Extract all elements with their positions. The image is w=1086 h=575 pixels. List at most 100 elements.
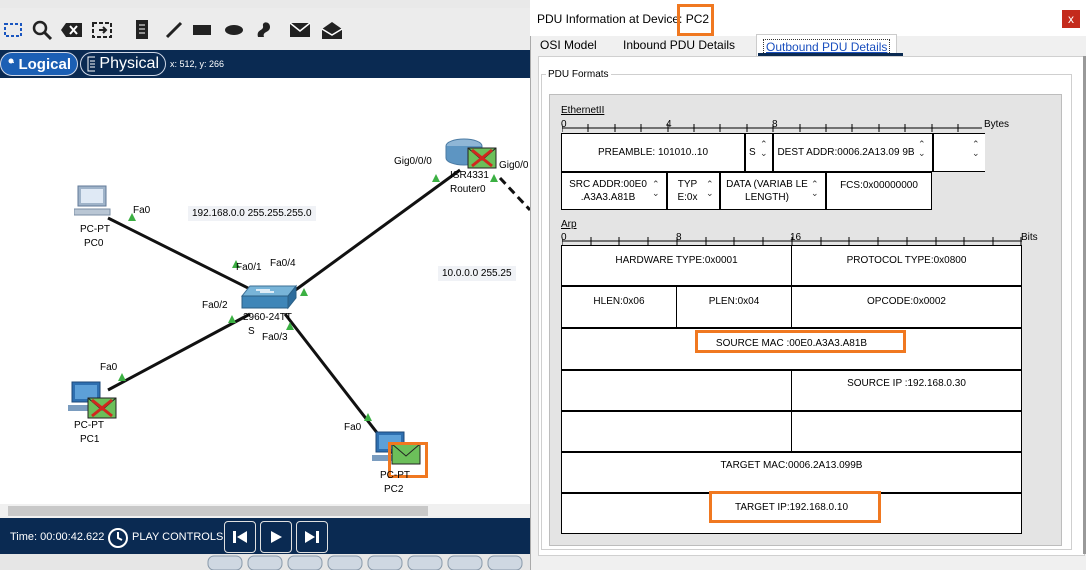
capture-forward-button[interactable] <box>296 521 328 553</box>
top-menu-strip <box>0 0 530 8</box>
link-router-out <box>498 176 530 212</box>
dest-addr-field[interactable]: DEST ADDR:0006.2A13.09 9B <box>773 133 933 172</box>
physical-mode-label: Physical <box>99 55 159 72</box>
arp-section-title: Arp <box>561 219 577 230</box>
port-label: Fa0/1 <box>236 262 262 273</box>
add-complex-pdu-icon[interactable] <box>320 18 344 42</box>
target-mac-field: TARGET MAC:0006.2A13.099B <box>561 452 1022 493</box>
sfd-field[interactable]: S <box>745 133 773 172</box>
router-name: Router0 <box>450 184 486 195</box>
port-label: Gig0/0 <box>499 160 529 171</box>
target-mac-upper-field <box>791 411 1022 452</box>
tab-inbound-pdu-details[interactable]: Inbound PDU Details <box>623 38 735 52</box>
simulation-time: Time: 00:00:42.622 <box>10 531 105 543</box>
play-icon <box>271 531 282 543</box>
logical-mode-label: Logical <box>18 55 71 73</box>
byte-ruler <box>562 124 982 132</box>
pdu-formats-label: PDU Formats <box>546 69 611 80</box>
type-spin-icon[interactable]: ⌃ ⌄ <box>706 180 714 198</box>
physical-mode-button[interactable]: Physical <box>80 52 166 76</box>
router-type: ISR4331 <box>450 170 489 181</box>
inspect-icon[interactable] <box>30 18 54 42</box>
cursor-coordinates: x: 512, y: 266 <box>170 59 225 69</box>
port-label: Gig0/0/0 <box>394 156 432 167</box>
draw-line-icon[interactable] <box>162 18 186 42</box>
device-palette-icons <box>207 555 523 571</box>
step-back-icon <box>233 531 247 543</box>
device-name-highlight <box>677 4 714 36</box>
bit-ruler <box>562 237 1022 245</box>
port-label: Fa0 <box>344 422 362 433</box>
reset-time-icon[interactable] <box>106 526 130 550</box>
rectangle-icon[interactable] <box>190 18 214 42</box>
workspace-mode-bar: Logical Physical <box>0 50 530 78</box>
network-note-wan[interactable]: 10.0.0.0 255.25 <box>438 266 516 281</box>
fcs-field: FCS:0x00000000 <box>826 172 932 210</box>
preamble-field: PREAMBLE: 101010..10 <box>561 133 745 172</box>
pc0-type: PC-PT <box>80 224 110 235</box>
tab-osi-model[interactable]: OSI Model <box>540 38 597 52</box>
ethernet-section-title: EthernetII <box>561 105 605 116</box>
scrollbar-thumb[interactable] <box>8 506 428 516</box>
port-label: Fa0 <box>100 362 118 373</box>
data-spin-icon[interactable]: ⌃ ⌄ <box>811 180 819 198</box>
link-switch-router <box>289 168 461 296</box>
switch-name: S <box>248 326 255 337</box>
link-light <box>228 315 236 323</box>
freeform-icon[interactable] <box>252 18 276 42</box>
play-button[interactable] <box>260 521 292 553</box>
target-mac-upper-field <box>561 411 792 452</box>
resize-icon[interactable] <box>90 18 114 42</box>
port-label: Fa0 <box>133 205 151 216</box>
ellipse-icon[interactable] <box>222 18 246 42</box>
pc1-name: PC1 <box>80 434 100 445</box>
overflow-spin-icon[interactable]: ⌃ ⌄ <box>972 140 980 158</box>
add-simple-pdu-icon[interactable] <box>288 18 312 42</box>
device-palette-strip[interactable] <box>0 554 530 571</box>
select-icon[interactable] <box>2 18 26 42</box>
target-ip-highlight <box>709 491 881 523</box>
ruler-unit: Bits <box>1021 232 1038 243</box>
source-mac-highlight <box>695 330 906 353</box>
pc0-name: PC0 <box>84 238 104 249</box>
port-label: Fa0/2 <box>202 300 228 311</box>
delete-icon[interactable] <box>60 18 84 42</box>
pc1-type: PC-PT <box>74 420 104 431</box>
protocol-type-field: PROTOCOL TYPE:0x0800 <box>791 245 1022 286</box>
plen-field: PLEN:0x04 <box>676 286 792 328</box>
close-button[interactable]: x <box>1062 10 1080 28</box>
port-label: Fa0/3 <box>262 332 288 343</box>
sfd-label: S <box>749 147 756 158</box>
pc1-icon[interactable] <box>68 380 120 422</box>
main-toolbar <box>0 8 530 51</box>
source-ip-field: SOURCE IP :192.168.0.30 <box>791 370 1022 411</box>
pc0-icon[interactable] <box>74 184 114 218</box>
opcode-field: OPCODE:0x0002 <box>791 286 1022 328</box>
step-forward-icon <box>305 531 319 543</box>
pc2-type: PC-PT <box>380 470 410 481</box>
dialog-title-prefix: PDU Information at Device: <box>537 12 683 26</box>
pc2-name: PC2 <box>384 484 404 495</box>
link-light <box>432 174 440 182</box>
dest-spin-icon[interactable]: ⌃ ⌄ <box>918 140 926 158</box>
logical-workspace[interactable]: PC-PT PC0 Fa0 PC-PT PC1 Fa0 2960-24TT S … <box>0 78 530 504</box>
logical-mode-button[interactable]: Logical <box>0 52 78 76</box>
switch-icon[interactable] <box>240 282 300 312</box>
physical-icon <box>87 56 96 72</box>
note-icon[interactable] <box>130 18 154 42</box>
link-pc0-switch <box>107 216 261 296</box>
back-button[interactable] <box>224 521 256 553</box>
sfd-spin-icon[interactable]: ⌃ ⌄ <box>760 140 768 158</box>
switch-type: 2960-24TT <box>243 312 292 323</box>
ruler-unit: Bytes <box>984 119 1010 130</box>
link-pc1-switch <box>107 312 251 392</box>
port-label: Fa0/4 <box>270 258 296 269</box>
logical-icon <box>8 58 15 64</box>
source-mac-continued-field <box>561 370 792 411</box>
hardware-type-field: HARDWARE TYPE:0x0001 <box>561 245 792 286</box>
hlen-field: HLEN:0x06 <box>561 286 677 328</box>
play-controls-label: PLAY CONTROLS: <box>132 531 227 543</box>
network-note-lan[interactable]: 192.168.0.0 255.255.255.0 <box>188 206 316 221</box>
link-light <box>300 288 308 296</box>
src-spin-icon[interactable]: ⌃ ⌄ <box>652 180 660 198</box>
